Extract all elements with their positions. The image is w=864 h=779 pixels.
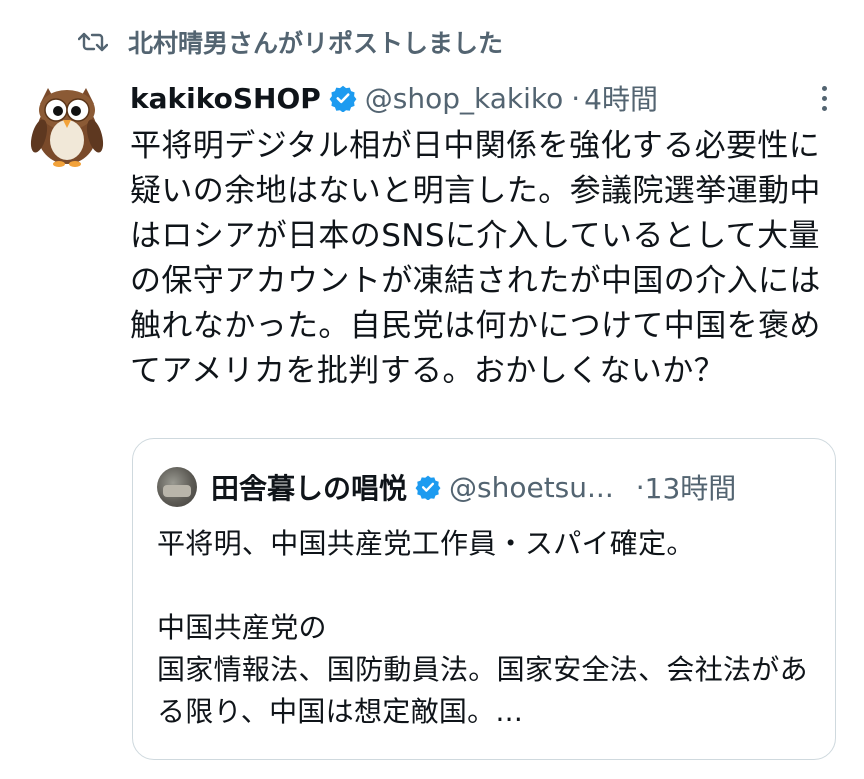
repost-indicator[interactable]: 北村晴男さんがリポストしました: [78, 24, 503, 60]
quoted-tweet-header: 田舎暮しの唱悦 @shoetsu... · 13時間: [157, 467, 813, 507]
post-time[interactable]: 4時間: [584, 78, 658, 118]
author-display-name[interactable]: kakikoSHOP: [130, 82, 321, 115]
repost-label: 北村晴男さんがリポストしました: [128, 29, 504, 58]
more-options-icon[interactable]: [820, 86, 828, 111]
header-separator: ·: [571, 81, 581, 115]
quoted-tweet-card[interactable]: 田舎暮しの唱悦 @shoetsu... · 13時間 平将明、中国共産党工作員・…: [132, 438, 836, 760]
quoted-author-handle: @shoetsu...: [449, 470, 614, 504]
tweet-body: 平将明デジタル相が日中関係を強化する必要性に疑いの余地はないと明言した。参議院選…: [130, 128, 821, 389]
quoted-line-2: 中国共産党の: [157, 611, 327, 644]
verified-badge-icon: [329, 84, 357, 112]
quoted-author-display-name: 田舎暮しの唱悦: [211, 472, 408, 505]
owl-avatar[interactable]: [22, 80, 112, 170]
repost-icon: [78, 32, 108, 52]
quoted-verified-badge-icon: [415, 474, 441, 500]
tweet-header: kakikoSHOP @shop_kakiko · 4時間: [130, 78, 834, 118]
quoted-line-1: 平将明、中国共産党工作員・スパイ確定。: [157, 527, 695, 560]
quoted-line-3: 国家情報法、国防動員法。国家安全法、会社法がある限り、中国は想定敵国。...: [157, 653, 808, 728]
quoted-header-separator: ·: [635, 470, 645, 504]
quoted-author-avatar: [157, 467, 197, 507]
quoted-tweet-body: 平将明、中国共産党工作員・スパイ確定。 中国共産党の 国家情報法、国防動員法。国…: [157, 523, 817, 733]
author-handle[interactable]: @shop_kakiko: [365, 82, 563, 115]
quoted-post-time: 13時間: [644, 472, 737, 505]
